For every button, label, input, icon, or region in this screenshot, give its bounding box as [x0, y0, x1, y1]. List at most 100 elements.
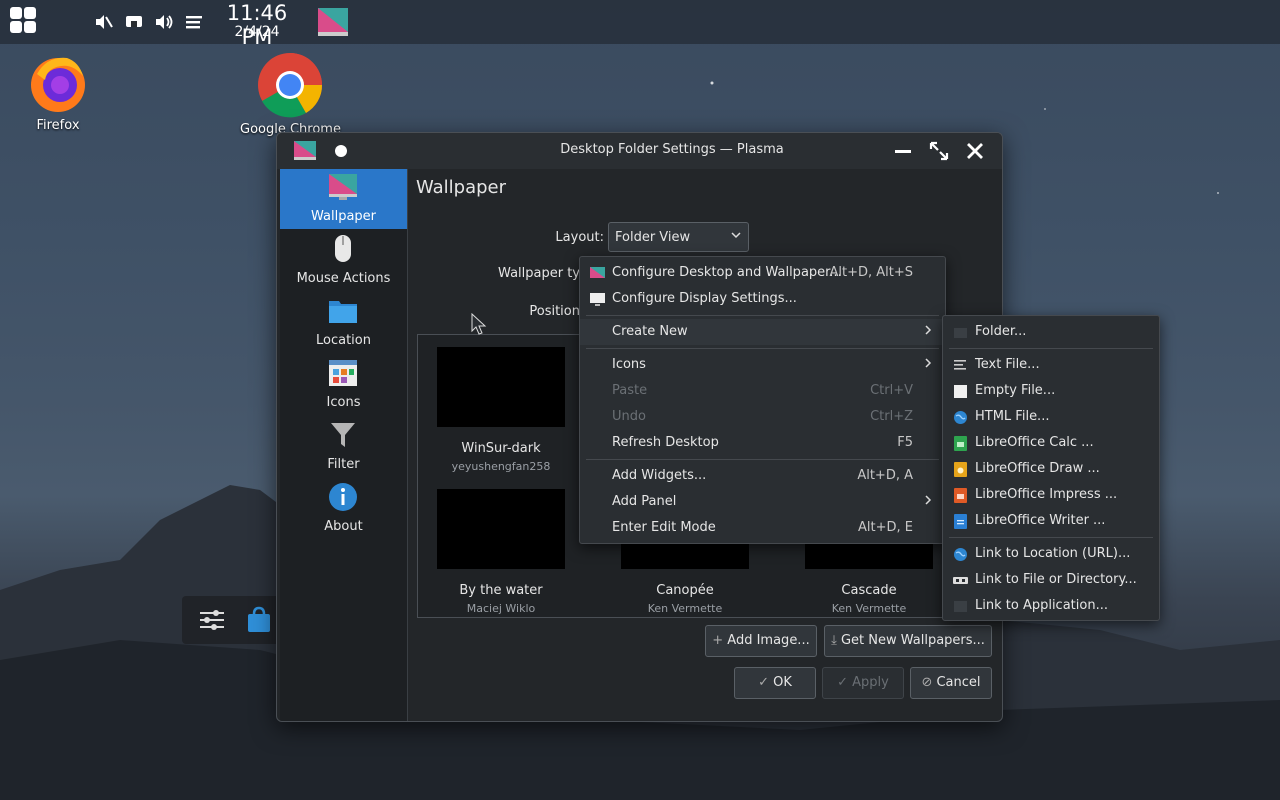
- folder-icon: [954, 328, 967, 338]
- menu-item-label: Configure Desktop and Wallpaper...: [612, 265, 842, 280]
- submenu-item-libreoffice-draw[interactable]: LibreOffice Draw ...: [943, 456, 1159, 482]
- submenu-item-libreoffice-impress[interactable]: LibreOffice Impress ...: [943, 482, 1159, 508]
- sidebar-item-mouse-actions[interactable]: Mouse Actions: [280, 231, 407, 291]
- submenu-item-empty-file[interactable]: Empty File...: [943, 378, 1159, 404]
- menu-item-refresh-desktop[interactable]: Refresh Desktop F5: [580, 430, 945, 456]
- empty-file-icon: [954, 385, 967, 398]
- menu-lines-icon[interactable]: [183, 11, 205, 33]
- cancel-button[interactable]: ⊘ Cancel: [910, 667, 992, 699]
- libreoffice-impress-icon: [954, 488, 967, 503]
- submenu-item-label: Folder...: [975, 324, 1027, 339]
- wallpaper-name: By the water: [459, 583, 543, 598]
- menu-item-create-new[interactable]: Create New: [580, 319, 945, 345]
- submenu-item-text-file[interactable]: Text File...: [943, 352, 1159, 378]
- chrome-icon: [258, 53, 323, 118]
- submenu-item-label: Text File...: [975, 357, 1040, 372]
- sidebar-item-icons[interactable]: Icons: [280, 355, 407, 415]
- submenu-item-html-file[interactable]: HTML File...: [943, 404, 1159, 430]
- mute-notifications-icon[interactable]: [92, 11, 114, 33]
- ok-label: OK: [773, 675, 792, 690]
- apply-button[interactable]: ✓ Apply: [822, 667, 904, 699]
- wallpaper-author: yeyushengfan258: [451, 460, 551, 473]
- submenu-item-link-to-location[interactable]: Link to Location (URL)...: [943, 541, 1159, 567]
- sidebar-item-label: Location: [316, 333, 371, 348]
- globe-icon: [954, 411, 967, 424]
- settings-sliders-icon[interactable]: [198, 607, 226, 633]
- chevron-down-icon: [730, 229, 742, 244]
- wallpaper-item[interactable]: WinSur-dark yeyushengfan258: [418, 335, 568, 473]
- checkmark-icon: ✓: [758, 675, 774, 690]
- sidebar-item-wallpaper[interactable]: Wallpaper: [280, 169, 407, 229]
- layout-combobox[interactable]: Folder View: [608, 222, 749, 252]
- cancel-icon: ⊘: [921, 675, 937, 690]
- cancel-label: Cancel: [936, 675, 981, 690]
- application-icon: [954, 601, 967, 612]
- window-titlebar[interactable]: Desktop Folder Settings — Plasma: [277, 133, 1002, 169]
- menu-item-label: Refresh Desktop: [612, 435, 719, 450]
- libreoffice-draw-icon: [954, 462, 967, 477]
- create-new-submenu: Folder... Text File... Empty File... HTM…: [942, 315, 1160, 621]
- download-icon: ⤓: [831, 633, 841, 648]
- wallpaper-thumbnail: [437, 347, 565, 427]
- clock-date[interactable]: 2/4/24: [210, 24, 304, 40]
- app-launcher-icon[interactable]: [10, 7, 40, 37]
- task-settings-window-icon[interactable]: [317, 7, 349, 37]
- wallpaper-item[interactable]: By the water Maciej Wiklo: [418, 477, 568, 615]
- submenu-item-label: LibreOffice Calc ...: [975, 435, 1094, 450]
- submenu-item-link-to-file[interactable]: Link to File or Directory...: [943, 567, 1159, 593]
- text-file-icon: [954, 360, 966, 370]
- menu-item-configure-display[interactable]: Configure Display Settings...: [580, 286, 945, 312]
- store-bag-icon[interactable]: [246, 606, 272, 634]
- desktop-icon-google-chrome[interactable]: Google Chrome: [240, 52, 341, 137]
- wallpaper-author: Ken Vermette: [647, 602, 723, 615]
- menu-item-icons[interactable]: Icons: [580, 352, 945, 378]
- desktop-icon-firefox[interactable]: Firefox: [22, 52, 94, 133]
- mouse-cursor-icon: [471, 313, 487, 335]
- maximize-icon[interactable]: [927, 139, 951, 163]
- page-title: Wallpaper: [416, 177, 507, 198]
- add-image-button[interactable]: + Add Image...: [705, 625, 817, 657]
- menu-item-shortcut: F5: [897, 435, 913, 450]
- menu-separator: [949, 348, 1153, 349]
- info-icon: [329, 483, 357, 511]
- add-image-label: Add Image...: [727, 633, 810, 648]
- menu-item-add-panel[interactable]: Add Panel: [580, 489, 945, 515]
- menu-item-shortcut: Alt+D, Alt+S: [829, 265, 913, 280]
- sidebar-item-filter[interactable]: Filter: [280, 417, 407, 477]
- submenu-item-label: LibreOffice Impress ...: [975, 487, 1118, 502]
- submenu-item-folder[interactable]: Folder...: [943, 319, 1159, 345]
- sidebar-item-location[interactable]: Location: [280, 293, 407, 353]
- menu-item-paste[interactable]: Paste Ctrl+V: [580, 378, 945, 404]
- ok-button[interactable]: ✓ OK: [734, 667, 816, 699]
- menu-item-configure-desktop[interactable]: Configure Desktop and Wallpaper... Alt+D…: [580, 260, 945, 286]
- menu-item-enter-edit-mode[interactable]: Enter Edit Mode Alt+D, E: [580, 515, 945, 541]
- menu-item-shortcut: Alt+D, E: [858, 520, 913, 535]
- wallpaper-author: Ken Vermette: [831, 602, 907, 615]
- submenu-item-label: LibreOffice Writer ...: [975, 513, 1106, 528]
- wallpaper-name: WinSur-dark: [461, 441, 541, 456]
- menu-item-shortcut: Alt+D, A: [857, 468, 913, 483]
- desktop-icon-label: Firefox: [36, 118, 80, 133]
- link-icon: [953, 577, 968, 584]
- device-notifier-icon[interactable]: [123, 11, 145, 33]
- menu-item-add-widgets[interactable]: Add Widgets... Alt+D, A: [580, 463, 945, 489]
- wallpaper-name: Cascade: [841, 583, 897, 598]
- wallpaper-author: Maciej Wiklo: [466, 602, 536, 615]
- sidebar-item-about[interactable]: About: [280, 479, 407, 539]
- menu-item-label: Icons: [612, 357, 646, 372]
- submenu-item-link-to-application[interactable]: Link to Application...: [943, 593, 1159, 619]
- submenu-item-label: LibreOffice Draw ...: [975, 461, 1100, 476]
- close-icon[interactable]: [963, 139, 987, 163]
- top-panel: 11:46 PM 2/4/24: [0, 0, 1280, 49]
- submenu-item-libreoffice-calc[interactable]: LibreOffice Calc ...: [943, 430, 1159, 456]
- submenu-item-label: Empty File...: [975, 383, 1056, 398]
- desktop-context-menu: Configure Desktop and Wallpaper... Alt+D…: [579, 256, 946, 544]
- menu-item-undo[interactable]: Undo Ctrl+Z: [580, 404, 945, 430]
- minimize-icon[interactable]: [891, 139, 915, 163]
- wallpaper-type-label: Wallpaper ty: [498, 266, 580, 281]
- menu-item-label: Configure Display Settings...: [612, 291, 797, 306]
- get-new-wallpapers-button[interactable]: ⤓ Get New Wallpapers...: [824, 625, 992, 657]
- volume-icon[interactable]: [153, 11, 175, 33]
- submenu-item-libreoffice-writer[interactable]: LibreOffice Writer ...: [943, 508, 1159, 534]
- globe-icon: [954, 548, 967, 561]
